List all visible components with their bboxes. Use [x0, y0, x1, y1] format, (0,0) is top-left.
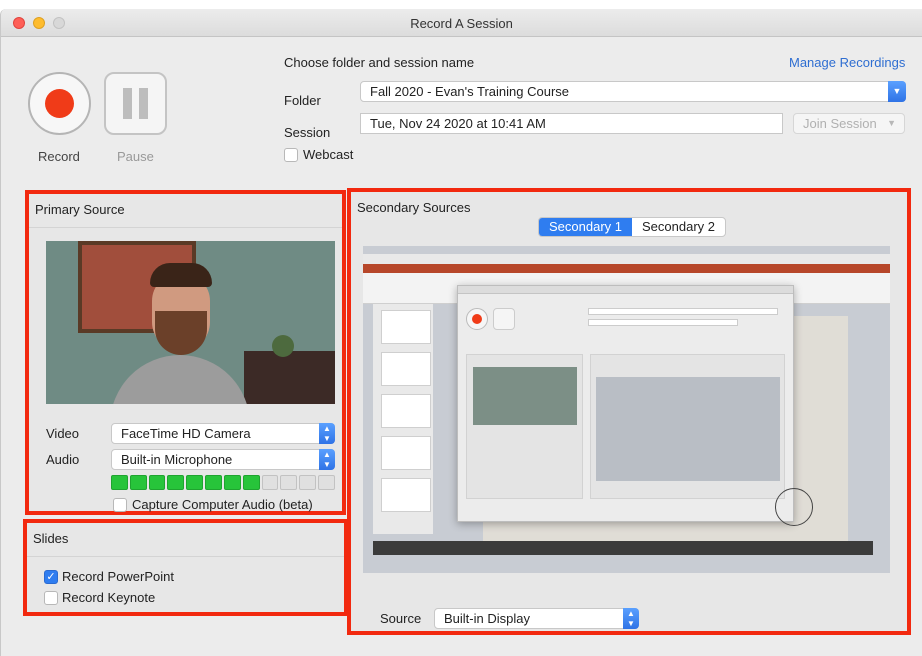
- person-hair: [150, 263, 212, 287]
- capture-computer-audio-checkbox[interactable]: [113, 498, 127, 512]
- record-keynote-checkbox[interactable]: [44, 591, 58, 605]
- record-icon: [45, 89, 74, 118]
- audio-level-segment: [167, 475, 185, 490]
- person-beard: [155, 311, 207, 355]
- primary-source-panel: Primary Source Video FaceTime HD Camera …: [25, 190, 346, 515]
- chevron-down-icon: ▼: [888, 81, 906, 102]
- audio-level-segment: [186, 475, 204, 490]
- video-source-value: FaceTime HD Camera: [121, 426, 251, 441]
- session-heading: Choose folder and session name: [284, 55, 475, 70]
- folder-select[interactable]: Fall 2020 - Evan's Training Course ▼: [360, 81, 906, 102]
- preview-secondary-panel: [590, 354, 785, 499]
- title-bar: Record A Session: [1, 9, 922, 37]
- preview-thumbnail: [381, 394, 431, 428]
- session-name-input[interactable]: Tue, Nov 24 2020 at 10:41 AM: [360, 113, 783, 134]
- join-session-button[interactable]: Join Session ▼: [793, 113, 905, 134]
- record-label: Record: [38, 149, 80, 164]
- slides-panel: Slides ✓ Record PowerPoint Record Keynot…: [23, 519, 348, 616]
- session-value: Tue, Nov 24 2020 at 10:41 AM: [370, 116, 546, 131]
- camera-preview: [46, 241, 335, 404]
- shelf: [244, 351, 335, 404]
- primary-source-title: Primary Source: [35, 202, 125, 217]
- secondary-sources-panel: Secondary Sources Secondary 1 Secondary …: [347, 188, 911, 635]
- audio-level-meter: [111, 475, 335, 490]
- record-button[interactable]: [28, 72, 91, 135]
- audio-label: Audio: [46, 452, 80, 467]
- preview-cursor-highlight: [775, 488, 813, 526]
- folder-value: Fall 2020 - Evan's Training Course: [370, 84, 570, 99]
- preview-menu-bar: [363, 254, 890, 264]
- audio-level-segment: [148, 475, 166, 490]
- video-label: Video: [46, 426, 80, 441]
- screen-capture-preview: [363, 246, 890, 573]
- pause-icon: [123, 88, 132, 119]
- secondary-source-select[interactable]: Built-in Display ▲ ▼: [434, 608, 639, 629]
- audio-level-segment: [111, 475, 128, 490]
- preview-record-icon: [466, 308, 488, 330]
- preview-thumbnail: [381, 352, 431, 386]
- audio-level-segment: [280, 475, 298, 490]
- preview-nested-dialog: [457, 285, 794, 522]
- divider: [27, 556, 344, 557]
- pause-label: Pause: [117, 149, 154, 164]
- webcast-checkbox[interactable]: [284, 148, 298, 162]
- source-label: Source: [380, 611, 422, 626]
- checkmark-icon: ✓: [46, 571, 56, 583]
- preview-primary-panel: [466, 354, 583, 499]
- slides-title: Slides: [33, 531, 69, 546]
- video-source-select[interactable]: FaceTime HD Camera ▲ ▼: [111, 423, 335, 444]
- audio-level-segment: [129, 475, 147, 490]
- preview-dock: [373, 541, 873, 555]
- join-session-label: Join Session: [803, 116, 877, 131]
- audio-level-segment: [205, 475, 222, 490]
- secondary-tabs: Secondary 1 Secondary 2: [538, 217, 726, 237]
- pause-icon-bar: [139, 88, 148, 119]
- session-label: Session: [284, 125, 331, 140]
- record-powerpoint-label: Record PowerPoint: [62, 569, 174, 584]
- plant: [272, 335, 294, 357]
- person-body: [110, 355, 250, 404]
- audio-source-select[interactable]: Built-in Microphone ▲ ▼: [111, 449, 335, 470]
- preview-pause-icon: [493, 308, 515, 330]
- audio-level-segment: [223, 475, 241, 490]
- preview-camera: [473, 367, 577, 425]
- pause-button[interactable]: [104, 72, 167, 135]
- audio-level-segment: [318, 475, 335, 490]
- secondary-sources-title: Secondary Sources: [357, 200, 471, 215]
- record-powerpoint-checkbox[interactable]: ✓: [44, 570, 58, 584]
- chevron-down-icon: ▼: [887, 118, 896, 128]
- preview-thumbnail: [381, 478, 431, 512]
- up-down-arrows-icon: ▲ ▼: [319, 423, 335, 444]
- divider: [29, 227, 342, 228]
- folder-label: Folder: [284, 93, 321, 108]
- preview-screen: [596, 377, 780, 481]
- tab-secondary-1[interactable]: Secondary 1: [539, 218, 632, 236]
- audio-source-value: Built-in Microphone: [121, 452, 233, 467]
- up-down-arrows-icon: ▲ ▼: [623, 608, 639, 629]
- preview-slide-thumbnails: [373, 304, 433, 534]
- webcast-label: Webcast: [303, 147, 354, 162]
- up-down-arrows-icon: ▲ ▼: [319, 449, 335, 470]
- preview-session-field: [588, 319, 738, 326]
- manage-recordings-link[interactable]: Manage Recordings: [789, 55, 905, 70]
- window-title: Record A Session: [410, 16, 513, 31]
- preview-ribbon-title: [363, 264, 890, 273]
- audio-level-segment: [242, 475, 260, 490]
- record-keynote-label: Record Keynote: [62, 590, 156, 605]
- record-session-window: Record A Session Record Pause Choose fol…: [0, 9, 922, 656]
- audio-level-segment: [299, 475, 317, 490]
- audio-level-segment: [261, 475, 279, 490]
- preview-thumbnail: [381, 436, 431, 470]
- capture-computer-audio-label: Capture Computer Audio (beta): [132, 497, 313, 512]
- preview-folder-field: [588, 308, 778, 315]
- preview-dialog-title-bar: [458, 286, 793, 294]
- preview-thumbnail: [381, 310, 431, 344]
- secondary-source-value: Built-in Display: [444, 611, 530, 626]
- tab-secondary-2[interactable]: Secondary 2: [632, 218, 725, 236]
